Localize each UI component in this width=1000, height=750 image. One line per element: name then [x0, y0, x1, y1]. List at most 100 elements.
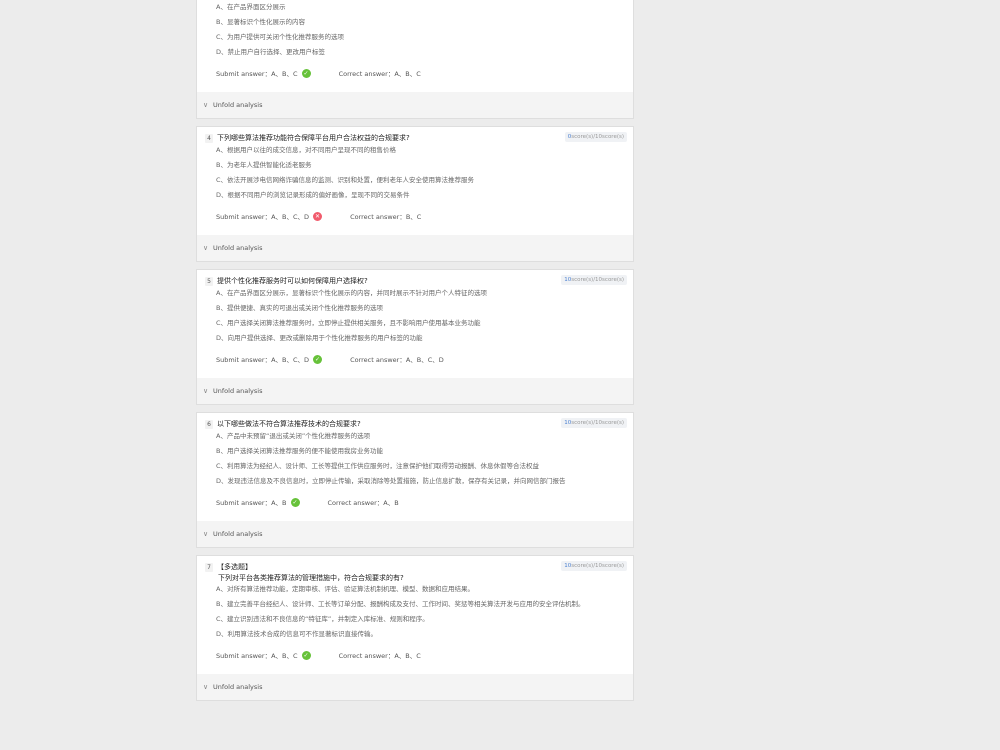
question-number: 7: [205, 563, 213, 572]
submitted-answer-value: A、B、C: [271, 70, 298, 78]
question-body: 4 下列哪些算法推荐功能符合保障平台用户合法权益的合规要求? 0score(s)/1…: [197, 127, 633, 221]
option-item: D、利用算法技术合成的信息可不作显著标识直接传输。: [216, 630, 378, 638]
option-item: D、根据不同用户的浏览记录形成的偏好画像，呈现不同的交易条件: [216, 191, 410, 199]
question-stem: 以下哪些做法不符合算法推荐技术的合规要求?: [217, 420, 361, 428]
answer-row: Submit answer： A、B、C ✓ Correct answer： A、B、C: [205, 650, 625, 660]
correct-answer: Correct answer： A、B、C: [339, 650, 421, 660]
question-stem: 提供个性化推荐服务时可以如何保障用户选择权?: [217, 277, 368, 285]
unfold-analysis-label: Unfold analysis: [213, 683, 263, 691]
unfold-analysis-toggle[interactable]: ∨ Unfold analysis: [197, 521, 633, 547]
submitted-answer-label: Submit answer：: [216, 213, 272, 221]
unfold-analysis-toggle[interactable]: ∨ Unfold analysis: [197, 378, 633, 404]
score-total: score(s)/10score(s): [571, 277, 624, 283]
question-body: 7 【多选题】下列对平台各类推荐算法的管理措施中，符合合规要求的有? 10score…: [197, 556, 633, 660]
question-card: 5 提供个性化推荐服务时可以如何保障用户选择权? 10score(s)/10scor…: [196, 269, 634, 405]
score-total: score(s)/10score(s): [571, 563, 624, 569]
unfold-analysis-label: Unfold analysis: [213, 387, 263, 395]
answer-row: Submit answer： A、B ✓ Correct answer： A、B: [205, 497, 625, 507]
option-item: A、在产品界面区分展示，显著标识个性化展示的内容，并同时展示不针对用户个人特征的…: [216, 289, 487, 297]
correct-answer: Correct answer： B、C: [350, 211, 421, 221]
exam-result-page: A、在产品界面区分展示 B、显著标识个性化展示的内容 C、为用户提供可关闭个性化推荐…: [0, 0, 1000, 750]
correct-answer-value: A、B、C、D: [405, 356, 444, 364]
question-body: A、在产品界面区分展示 B、显著标识个性化展示的内容 C、为用户提供可关闭个性化推荐…: [197, 0, 633, 78]
submitted-answer-label: Submit answer：: [216, 356, 272, 364]
question-list: A、在产品界面区分展示 B、显著标识个性化展示的内容 C、为用户提供可关闭个性化推荐…: [196, 0, 634, 708]
option-item: B、为老年人提供智能化适老服务: [216, 161, 312, 169]
question-body: 6 以下哪些做法不符合算法推荐技术的合规要求? 10score(s)/10score…: [197, 413, 633, 507]
answer-row: Submit answer： A、B、C ✓ Correct answer： A、B、C: [205, 68, 625, 78]
correct-answer-label: Correct answer：: [327, 499, 384, 507]
correct-answer-label: Correct answer：: [338, 70, 395, 78]
option-item: D、向用户提供选择、更改或删除用于个性化推荐服务的用户标签的功能: [216, 334, 423, 342]
option-item: C、利用算法为经纪人、设计师、工长等提供工作供应服务时，注意保护他们取得劳动报酬…: [216, 462, 540, 470]
cross-icon: ✕: [313, 211, 323, 221]
unfold-analysis-label: Unfold analysis: [213, 530, 263, 538]
correct-answer: Correct answer： A、B: [328, 497, 399, 507]
option-list: A、产品中未预留“退出或关闭”个性化推荐服务的选项 B、用户选择关闭算法推荐服务的…: [205, 432, 625, 485]
question-body: 5 提供个性化推荐服务时可以如何保障用户选择权? 10score(s)/10scor…: [197, 270, 633, 364]
question-stem: 下列哪些算法推荐功能符合保障平台用户合法权益的合规要求?: [217, 134, 410, 142]
option-item: A、在产品界面区分展示: [216, 3, 286, 11]
submitted-answer: Submit answer： A、B、C、D ✓: [216, 354, 323, 364]
correct-answer-value: A、B: [383, 499, 399, 507]
answer-row: Submit answer： A、B、C、D ✕ Correct answer： B、C: [205, 211, 625, 221]
option-item: B、提供便捷、真实的可退出或关闭个性化推荐服务的选项: [216, 304, 383, 312]
correct-answer-value: B、C: [405, 213, 422, 221]
option-item: B、显著标识个性化展示的内容: [216, 18, 305, 26]
submitted-answer: Submit answer： A、B、C ✓: [216, 68, 311, 78]
submitted-answer-label: Submit answer：: [216, 70, 272, 78]
chevron-down-icon: ∨: [203, 244, 209, 252]
option-item: B、建立完善平台经纪人、设计师、工长等订单分配、报酬构成及支付、工作时间、奖惩等…: [216, 600, 585, 608]
option-list: A、根据用户以往的成交信息，对不同用户呈现不同的租售价格 B、为老年人提供智能化适…: [205, 146, 625, 199]
check-icon: ✓: [290, 497, 300, 507]
submitted-answer-value: A、B、C、D: [271, 213, 310, 221]
option-item: C、建立识别违法和不良信息的“特征库”，并制定入库标准、规则和程序。: [216, 615, 429, 623]
check-icon: ✓: [301, 68, 311, 78]
correct-answer-label: Correct answer：: [350, 356, 406, 364]
unfold-analysis-toggle[interactable]: ∨ Unfold analysis: [197, 92, 633, 118]
question-card: 6 以下哪些做法不符合算法推荐技术的合规要求? 10score(s)/10score…: [196, 412, 634, 548]
chevron-down-icon: ∨: [203, 101, 209, 109]
option-list: A、在产品界面区分展示 B、显著标识个性化展示的内容 C、为用户提供可关闭个性化推荐…: [205, 3, 625, 56]
submitted-answer-label: Submit answer：: [216, 652, 272, 660]
option-list: A、对所有算法推荐功能，定期审核、评估、验证算法机制机理、模型、数据和应用结果。…: [205, 585, 625, 638]
question-number: 5: [205, 277, 213, 286]
submitted-answer-value: A、B、C、D: [271, 356, 310, 364]
question-type-tag: 【多选题】: [217, 563, 252, 571]
question-number: 4: [205, 134, 213, 143]
option-item: A、根据用户以往的成交信息，对不同用户呈现不同的租售价格: [216, 146, 396, 154]
chevron-down-icon: ∨: [203, 387, 209, 395]
unfold-analysis-toggle[interactable]: ∨ Unfold analysis: [197, 674, 633, 700]
question-stem: 下列对平台各类推荐算法的管理措施中，符合合规要求的有?: [218, 574, 404, 582]
submitted-answer-value: A、B、C: [271, 652, 298, 660]
submitted-answer: Submit answer： A、B、C、D ✕: [216, 211, 323, 221]
option-item: A、对所有算法推荐功能，定期审核、评估、验证算法机制机理、模型、数据和应用结果。: [216, 585, 474, 593]
option-item: C、用户选择关闭算法推荐服务时，立即停止提供相关服务，且不影响用户使用基本业务功…: [216, 319, 481, 327]
check-icon: ✓: [301, 650, 311, 660]
chevron-down-icon: ∨: [203, 683, 209, 691]
option-item: C、依法开展涉电信网络诈骗信息的监测、识别和处置，便利老年人安全使用算法推荐服务: [216, 176, 475, 184]
score-total: score(s)/10score(s): [571, 134, 624, 140]
question-header: 4 下列哪些算法推荐功能符合保障平台用户合法权益的合规要求?: [205, 134, 625, 144]
question-number: 6: [205, 420, 213, 429]
correct-answer-value: A、B、C: [394, 652, 421, 660]
score-badge: 10score(s)/10score(s): [561, 561, 627, 571]
submitted-answer: Submit answer： A、B ✓: [216, 497, 300, 507]
question-card: A、在产品界面区分展示 B、显著标识个性化展示的内容 C、为用户提供可关闭个性化推荐…: [196, 0, 634, 119]
correct-answer-value: A、B、C: [394, 70, 421, 78]
question-card: 4 下列哪些算法推荐功能符合保障平台用户合法权益的合规要求? 0score(s)/1…: [196, 126, 634, 262]
option-item: C、为用户提供可关闭个性化推荐服务的选项: [216, 33, 345, 41]
correct-answer: Correct answer： A、B、C、D: [350, 354, 444, 364]
option-item: B、用户选择关闭算法推荐服务的便不能使用我房业务功能: [216, 447, 383, 455]
score-badge: 0score(s)/10score(s): [564, 132, 627, 142]
submitted-answer-value: A、B: [271, 499, 287, 507]
correct-answer: Correct answer： A、B、C: [339, 68, 421, 78]
unfold-analysis-toggle[interactable]: ∨ Unfold analysis: [197, 235, 633, 261]
chevron-down-icon: ∨: [203, 530, 209, 538]
score-badge: 10score(s)/10score(s): [561, 275, 627, 285]
option-list: A、在产品界面区分展示，显著标识个性化展示的内容，并同时展示不针对用户个人特征的…: [205, 289, 625, 342]
correct-answer-label: Correct answer：: [338, 652, 395, 660]
question-card: 7 【多选题】下列对平台各类推荐算法的管理措施中，符合合规要求的有? 10score…: [196, 555, 634, 701]
option-item: D、发现违法信息及不良信息时，立即停止传输，采取消除等处置措施，防止信息扩散，保…: [216, 477, 566, 485]
unfold-analysis-label: Unfold analysis: [213, 244, 263, 252]
